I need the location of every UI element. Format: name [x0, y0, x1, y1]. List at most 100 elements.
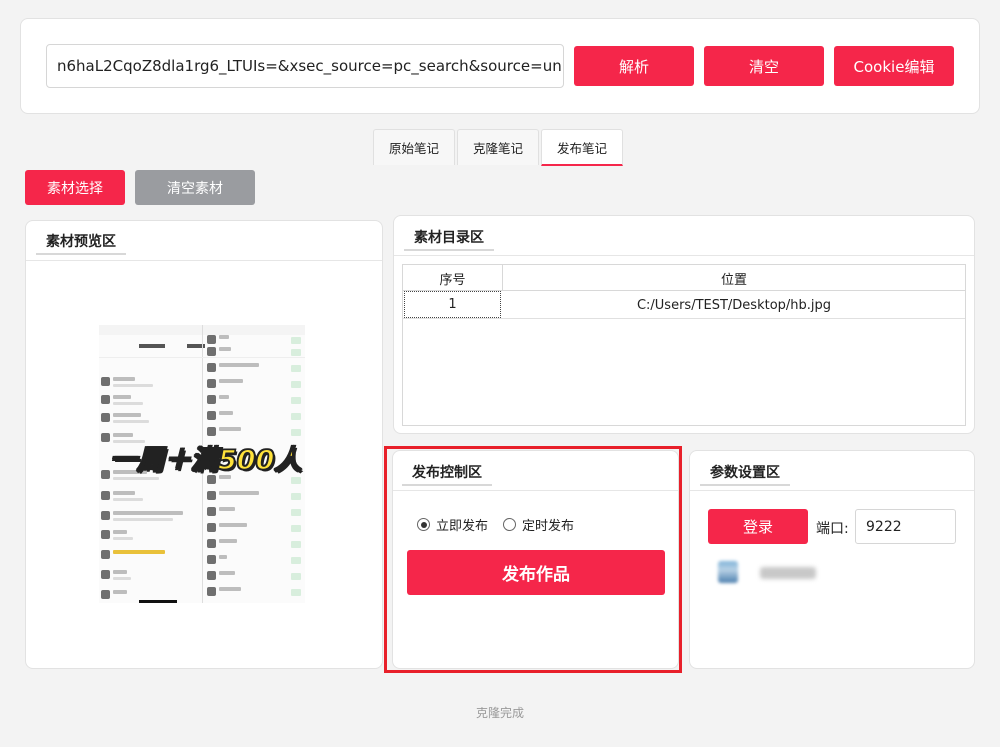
preview-text: [113, 577, 131, 580]
preview-avatar: [207, 335, 216, 344]
preview-text: [219, 395, 229, 399]
cell-index[interactable]: 1: [404, 291, 501, 318]
preview-avatar: [207, 571, 216, 580]
preview-avatar: [101, 413, 110, 422]
preview-avatar: [207, 507, 216, 516]
preview-avatar: [101, 470, 110, 479]
preview-banner-text: 一周＋满500人: [109, 444, 302, 477]
preview-badge: [291, 381, 301, 388]
params-title: 参数设置区: [700, 462, 790, 486]
preview-text: [219, 587, 241, 591]
preview-home-bar: [139, 600, 177, 603]
preview-avatar: [207, 587, 216, 596]
preview-badge: [291, 413, 301, 420]
column-header-index: 序号: [403, 265, 503, 291]
preview-text: [113, 518, 173, 521]
preview-text: [113, 590, 127, 594]
preview-avatar: [207, 395, 216, 404]
preview-text: [219, 491, 259, 495]
table-row[interactable]: 1 C:/Users/TEST/Desktop/hb.jpg: [403, 291, 965, 319]
preview-avatar: [207, 523, 216, 532]
preview-badge: [291, 509, 301, 516]
preview-badge: [291, 525, 301, 532]
preview-row: [99, 357, 305, 358]
material-select-button[interactable]: 素材选择: [25, 170, 125, 205]
preview-avatar: [101, 433, 110, 442]
port-label: 端口:: [816, 521, 849, 537]
preview-text: [113, 491, 135, 495]
preview-avatar: [101, 570, 110, 579]
preview-avatar: [101, 491, 110, 500]
preview-text: [219, 427, 241, 431]
clear-button[interactable]: 清空: [704, 46, 824, 86]
login-button[interactable]: 登录: [708, 509, 808, 544]
preview-badge: [291, 493, 301, 500]
preview-badge: [291, 429, 301, 436]
username-blurred: [760, 567, 816, 579]
preview-text: [219, 539, 237, 543]
preview-badge: [291, 349, 301, 356]
preview-text: [219, 411, 233, 415]
preview-avatar: [101, 590, 110, 599]
preview-text: [219, 555, 227, 559]
preview-text: [219, 523, 247, 527]
preview-avatar: [101, 377, 110, 386]
preview-badge: [291, 541, 301, 548]
preview-badge: [291, 477, 301, 484]
preview-badge: [291, 337, 301, 344]
preview-avatar: [207, 363, 216, 372]
preview-text: [113, 537, 133, 540]
preview-badge: [291, 573, 301, 580]
highlight-box: [384, 446, 682, 673]
tab-original-note[interactable]: 原始笔记: [373, 129, 455, 165]
cookie-edit-button[interactable]: Cookie编辑: [834, 46, 954, 86]
preview-title: 素材预览区: [36, 231, 126, 255]
preview-text: [113, 433, 133, 437]
preview-text: [219, 507, 235, 511]
tab-publish-note[interactable]: 发布笔记: [541, 129, 623, 166]
preview-avatar: [207, 555, 216, 564]
preview-avatar: [101, 530, 110, 539]
parse-button[interactable]: 解析: [574, 46, 694, 86]
cell-path[interactable]: C:/Users/TEST/Desktop/hb.jpg: [503, 291, 965, 319]
preview-badge: [291, 365, 301, 372]
preview-avatar: [207, 427, 216, 436]
directory-title: 素材目录区: [404, 227, 494, 251]
preview-avatar: [207, 491, 216, 500]
preview-text: [113, 377, 135, 381]
port-input[interactable]: 9222: [855, 509, 956, 544]
preview-text: [113, 511, 183, 515]
preview-text: [219, 571, 235, 575]
divider: [26, 260, 382, 261]
preview-text: [113, 420, 149, 423]
preview-text: [113, 477, 159, 480]
preview-text: [219, 347, 231, 351]
preview-text: [219, 363, 259, 367]
tab-clone-note[interactable]: 克隆笔记: [457, 129, 539, 165]
preview-badge: [291, 557, 301, 564]
preview-badge: [291, 589, 301, 596]
preview-avatar: [207, 347, 216, 356]
preview-avatar: [207, 411, 216, 420]
preview-avatar: [207, 379, 216, 388]
clear-material-button[interactable]: 清空素材: [135, 170, 255, 205]
preview-avatar: [101, 550, 110, 559]
preview-text: [113, 530, 127, 534]
preview-text: [113, 384, 153, 387]
table-header: 序号 位置: [403, 265, 965, 291]
divider: [690, 490, 974, 491]
status-text: 克隆完成: [475, 706, 524, 720]
url-input[interactable]: n6haL2CqoZ8dla1rg6_LTUIs=&xsec_source=pc…: [46, 44, 564, 88]
avatar: [718, 561, 738, 583]
preview-avatar: [207, 539, 216, 548]
column-header-path: 位置: [720, 272, 747, 288]
preview-text: [113, 402, 143, 405]
preview-badge: [291, 397, 301, 404]
preview-text: [113, 570, 127, 574]
preview-text: [113, 550, 165, 554]
divider: [394, 255, 974, 256]
preview-text: [113, 413, 141, 417]
preview-avatar: [101, 511, 110, 520]
directory-table: 序号 位置 1 C:/Users/TEST/Desktop/hb.jpg: [402, 264, 966, 426]
preview-text: [113, 498, 143, 501]
